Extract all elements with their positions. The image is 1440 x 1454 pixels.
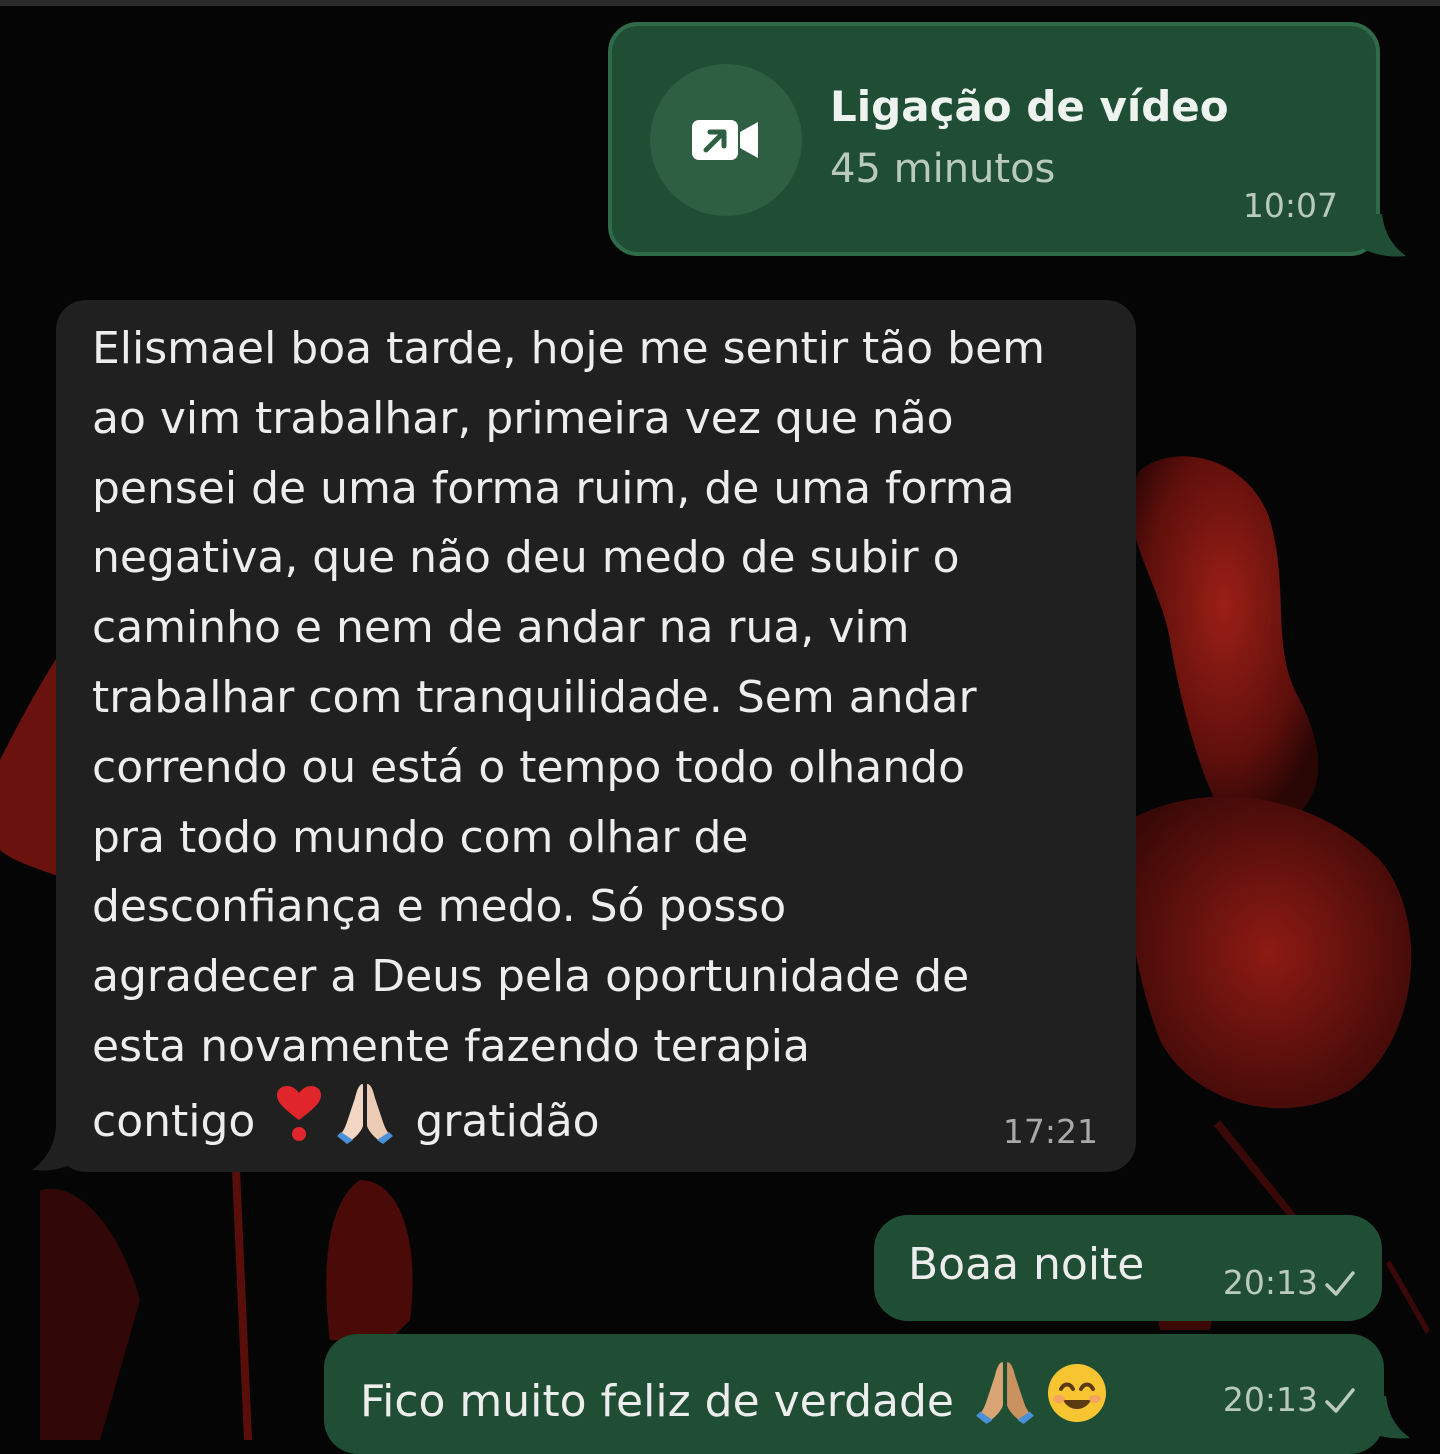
folded-hands-emoji — [337, 1083, 394, 1144]
message-line: pra todo mundo com olhar de — [92, 811, 749, 863]
incoming-message-text: Elismael boa tarde, hoje me sentir tão b… — [92, 314, 1122, 1157]
message-text: Fico muito feliz de verdade — [360, 1376, 954, 1427]
video-call-message[interactable]: Ligação de vídeo 45 minutos 10:07 — [608, 22, 1380, 256]
message-status: 20:13 — [1223, 1380, 1356, 1419]
message-line: correndo ou está o tempo todo olhando — [92, 741, 965, 793]
message-status: 20:13 — [1223, 1263, 1356, 1302]
message-timestamp: 20:13 — [1222, 1263, 1318, 1302]
call-icon-container[interactable] — [650, 64, 802, 216]
message-line: Elismael boa tarde, hoje me sentir tão b… — [92, 323, 1046, 374]
message-timestamp: 20:13 — [1222, 1380, 1318, 1419]
message-line: pensei de uma forma ruim, de uma forma — [92, 462, 1015, 514]
message-line: caminho e nem de andar na rua, vim — [92, 602, 910, 654]
call-title: Ligação de vídeo — [830, 82, 1229, 131]
heart-exclamation-emoji — [277, 1085, 322, 1141]
message-line: ao vim trabalhar, primeira vez que não — [92, 392, 954, 444]
bubble-tail-icon — [1366, 1396, 1410, 1439]
message-line: desconfiança e medo. Só posso — [92, 881, 787, 933]
outgoing-message-text: Boaa noite — [908, 1239, 1145, 1290]
outgoing-video-call-icon — [692, 120, 758, 160]
outgoing-message[interactable]: Fico muito feliz de verdade 20:13 — [324, 1334, 1384, 1454]
message-line: trabalhar com tranquilidade. Sem andar — [92, 671, 977, 723]
message-line: esta novamente fazendo terapia — [92, 1020, 810, 1072]
message-word: contigo — [92, 1095, 256, 1147]
call-duration: 45 minutos — [830, 146, 1056, 192]
outgoing-message-text: Fico muito feliz de verdade — [360, 1360, 1112, 1427]
sent-check-icon — [1325, 1388, 1355, 1413]
message-timestamp: 10:07 — [1242, 186, 1338, 225]
folded-hands-emoji — [976, 1362, 1034, 1424]
sent-check-icon — [1325, 1271, 1355, 1296]
top-divider — [0, 0, 1440, 6]
message-timestamp: 17:21 — [1002, 1112, 1098, 1151]
message-line: negativa, que não deu medo de subir o — [92, 532, 960, 584]
message-word: gratidão — [415, 1095, 600, 1147]
incoming-message[interactable]: Elismael boa tarde, hoje me sentir tão b… — [56, 300, 1136, 1172]
outgoing-message[interactable]: Boaa noite 20:13 — [874, 1215, 1382, 1321]
message-line-last: contigo gratidão — [92, 1082, 1122, 1157]
message-line: agradecer a Deus pela oportunidade de — [92, 951, 970, 1003]
bubble-tail-icon — [1362, 214, 1406, 257]
smiling-face-emoji — [1047, 1364, 1106, 1422]
